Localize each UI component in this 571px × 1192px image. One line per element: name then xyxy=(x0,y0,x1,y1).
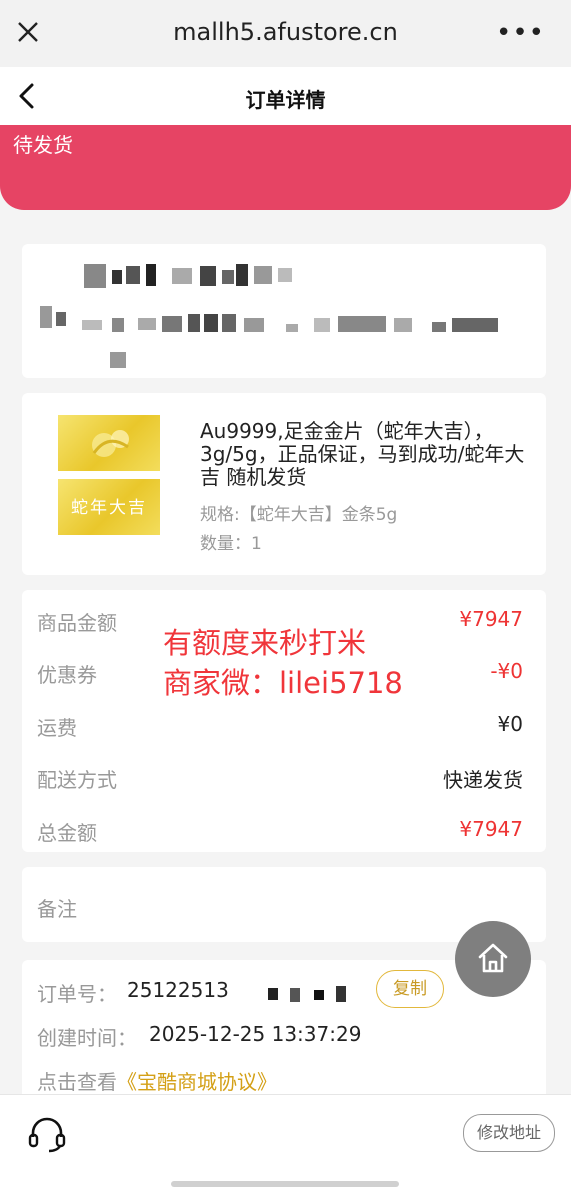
browser-url: mallh5.afustore.cn xyxy=(173,18,398,46)
price-value: ¥7947 xyxy=(459,607,523,631)
nav-bar: 订单详情 xyxy=(0,67,571,125)
price-value: ¥0 xyxy=(497,712,523,736)
redacted-block xyxy=(112,270,122,284)
more-icon[interactable]: ••• xyxy=(496,18,545,48)
price-summary-card: 商品金额 ¥7947 优惠券 -¥0 运费 ¥0 配送方式 快递发货 总金额 ¥… xyxy=(22,590,546,852)
bottom-action-bar: 修改地址 xyxy=(0,1094,571,1192)
price-label: 优惠券 xyxy=(37,663,97,687)
redacted-block xyxy=(314,990,324,1000)
redacted-block xyxy=(394,318,412,332)
price-row-shipping: 运费 ¥0 xyxy=(37,712,523,742)
price-value: -¥0 xyxy=(490,659,523,683)
customer-service-icon[interactable] xyxy=(27,1117,67,1153)
price-label: 商品金额 xyxy=(37,611,117,635)
gold-bar-text: 蛇年大吉 xyxy=(71,498,147,518)
product-quantity: 数量：1 xyxy=(200,534,262,554)
redacted-block xyxy=(82,320,102,330)
order-status: 待发货 xyxy=(13,133,73,157)
agreement-row: 点击查看《宝酷商城协议》 xyxy=(37,1066,277,1095)
redacted-block xyxy=(138,318,156,330)
order-number-label: 订单号： xyxy=(37,982,117,1006)
redacted-block xyxy=(110,352,126,368)
product-spec: 规格:【蛇年大吉】金条5g xyxy=(200,505,398,525)
redacted-block xyxy=(222,314,236,332)
redacted-block xyxy=(172,268,192,284)
redacted-block xyxy=(452,318,498,332)
redacted-block xyxy=(162,316,182,332)
redacted-block xyxy=(254,266,272,284)
product-card[interactable]: 蛇年大吉 Au9999,足金金片（蛇年大吉），3g/5g，正品保证，马到成功/蛇… xyxy=(22,393,546,575)
browser-bar: mallh5.afustore.cn ••• xyxy=(0,0,571,68)
redacted-block xyxy=(338,316,386,332)
order-number-value: 25122513 xyxy=(127,978,229,1002)
redacted-block xyxy=(126,266,140,284)
price-value: 快递发货 xyxy=(443,768,523,792)
redacted-block xyxy=(244,318,264,332)
agreement-link[interactable]: 《宝酷商城协议》 xyxy=(117,1070,277,1094)
redacted-block xyxy=(204,314,218,332)
price-label: 运费 xyxy=(37,716,77,740)
price-label: 总金额 xyxy=(37,821,97,845)
redacted-block xyxy=(290,988,300,1002)
home-button[interactable] xyxy=(455,921,531,997)
agreement-prefix: 点击查看 xyxy=(37,1070,117,1094)
redacted-block xyxy=(40,306,52,328)
price-row-delivery: 配送方式 快递发货 xyxy=(37,764,523,794)
price-row-total: 总金额 ¥7947 xyxy=(37,817,523,847)
edit-address-button[interactable]: 修改地址 xyxy=(463,1114,555,1152)
redacted-block xyxy=(314,318,330,332)
redacted-block xyxy=(236,264,248,286)
copy-button[interactable]: 复制 xyxy=(376,970,444,1008)
product-image-gold-bar xyxy=(58,415,160,471)
redacted-block xyxy=(112,318,124,332)
redacted-block xyxy=(286,324,298,332)
home-icon xyxy=(478,943,508,973)
product-image-gold-bar-label: 蛇年大吉 xyxy=(58,479,160,535)
product-title: Au9999,足金金片（蛇年大吉），3g/5g，正品保证，马到成功/蛇年大吉 随… xyxy=(200,419,525,489)
redacted-block xyxy=(278,268,292,282)
price-label: 配送方式 xyxy=(37,768,117,792)
created-time-label: 创建时间： xyxy=(37,1026,137,1050)
overlay-text-line2: 商家微：lilei5718 xyxy=(163,666,403,700)
redacted-block xyxy=(146,264,156,286)
redacted-block xyxy=(432,322,446,332)
created-time-value: 2025-12-25 13:37:29 xyxy=(149,1022,362,1046)
redacted-block xyxy=(268,988,278,1000)
redacted-block xyxy=(56,312,66,326)
page-title: 订单详情 xyxy=(245,88,326,112)
redacted-block xyxy=(84,264,106,288)
address-card[interactable] xyxy=(22,244,546,378)
overlay-text-line1: 有额度来秒打米 xyxy=(163,626,367,660)
price-value: ¥7947 xyxy=(459,817,523,841)
status-banner: 待发货 xyxy=(0,125,571,210)
remark-label: 备注 xyxy=(37,897,77,921)
snake-emblem-icon xyxy=(92,430,129,457)
redacted-block xyxy=(188,314,200,332)
redacted-block xyxy=(222,270,234,284)
redacted-block xyxy=(336,986,346,1002)
home-indicator xyxy=(171,1181,399,1187)
redacted-block xyxy=(200,266,216,286)
